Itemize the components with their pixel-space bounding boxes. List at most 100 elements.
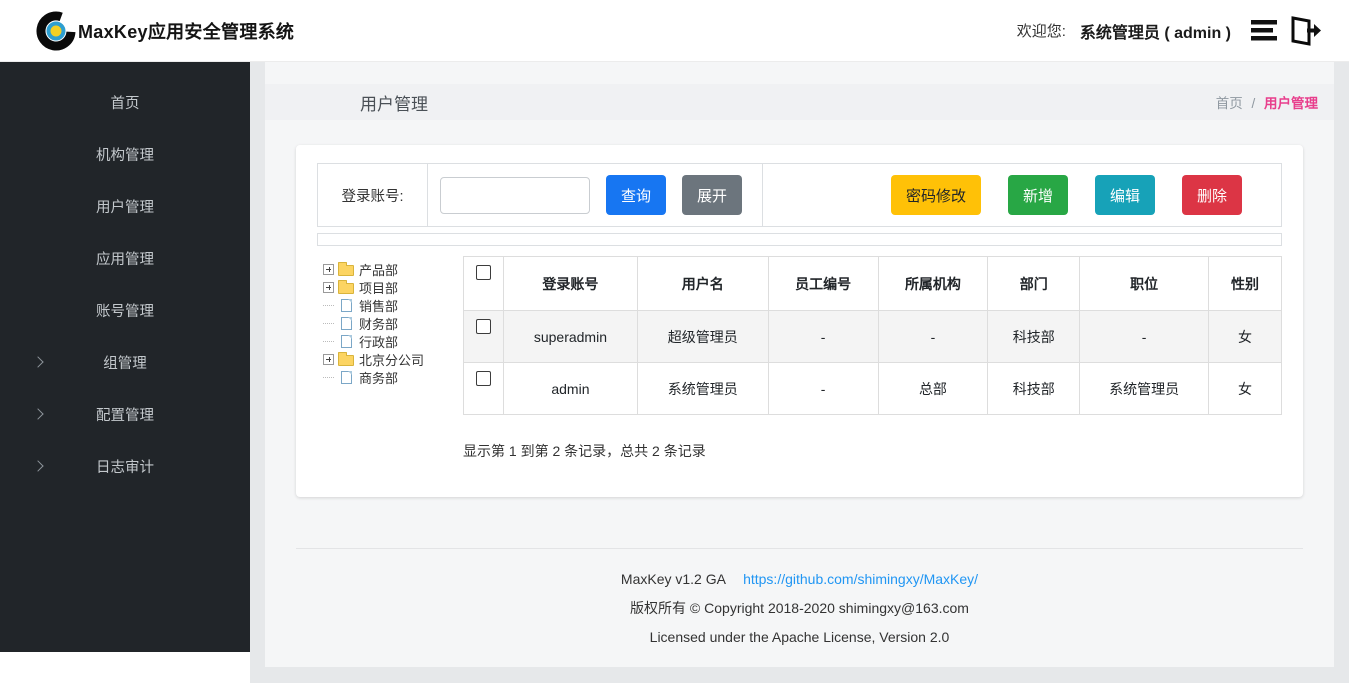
tree-node-label: 北京分公司 [359, 350, 424, 369]
table-row[interactable]: admin 系统管理员 - 总部 科技部 系统管理员 女 [464, 363, 1282, 415]
cell-login-account: superadmin [503, 311, 637, 363]
col-header-organization: 所属机构 [878, 257, 988, 311]
cell-position: 系统管理员 [1080, 363, 1209, 415]
col-header-gender: 性别 [1209, 257, 1282, 311]
select-all-checkbox[interactable] [476, 265, 491, 280]
app-title: MaxKey应用安全管理系统 [78, 18, 294, 44]
col-header-position: 职位 [1080, 257, 1209, 311]
github-link[interactable]: https://github.com/shimingxy/MaxKey/ [743, 571, 978, 587]
table-header-row: 登录账号 用户名 员工编号 所属机构 部门 职位 性别 [464, 257, 1282, 311]
record-summary: 显示第 1 到第 2 条记录，总共 2 条记录 [463, 441, 1282, 461]
cell-login-account: admin [503, 363, 637, 415]
user-management-card: 登录账号: 查询 展开 密码修改 新增 编辑 删除 [296, 145, 1303, 497]
page-footer: MaxKey v1.2 GA https://github.com/shimin… [265, 549, 1334, 645]
tree-node-sales-dept[interactable]: 销售部 [323, 296, 463, 314]
sidebar-item-home[interactable]: 首页 [0, 76, 250, 128]
cell-gender: 女 [1209, 311, 1282, 363]
tree-node-label: 财务部 [359, 314, 398, 333]
sidebar-item-label: 配置管理 [96, 404, 154, 425]
search-toolbar: 登录账号: 查询 展开 密码修改 新增 编辑 删除 [317, 163, 1282, 227]
content-panel: 用户管理 首页 / 用户管理 登录账号: 查询 展开 [265, 62, 1334, 667]
cell-gender: 女 [1209, 363, 1282, 415]
file-icon [341, 335, 352, 348]
app-header: MaxKey应用安全管理系统 欢迎您: 系统管理员 ( admin ) [0, 0, 1349, 62]
tree-node-finance-dept[interactable]: 财务部 [323, 314, 463, 332]
sidebar-item-label: 机构管理 [96, 144, 154, 165]
sidebar-item-app-mgmt[interactable]: 应用管理 [0, 232, 250, 284]
breadcrumb: 首页 / 用户管理 [1216, 92, 1318, 112]
cell-organization: - [878, 311, 988, 363]
tree-node-product-dept[interactable]: 产品部 [323, 260, 463, 278]
cell-position: - [1080, 311, 1209, 363]
sidebar-nav: 首页 机构管理 用户管理 应用管理 账号管理 组管理 配置管理 日志审计 [0, 62, 250, 652]
sidebar-item-label: 日志审计 [96, 456, 154, 477]
tree-node-business-dept[interactable]: 商务部 [323, 368, 463, 386]
row-checkbox[interactable] [476, 371, 491, 386]
sidebar-item-label: 首页 [111, 92, 140, 113]
user-table: 登录账号 用户名 员工编号 所属机构 部门 职位 性别 [463, 256, 1282, 415]
cell-employee-no: - [768, 363, 878, 415]
query-button[interactable]: 查询 [606, 175, 666, 215]
tree-expand-plus-icon[interactable] [323, 282, 334, 293]
sidebar-item-user-mgmt[interactable]: 用户管理 [0, 180, 250, 232]
maxkey-logo-icon [36, 11, 76, 51]
content-area: 用户管理 首页 / 用户管理 登录账号: 查询 展开 [250, 62, 1349, 683]
cell-organization: 总部 [878, 363, 988, 415]
add-button[interactable]: 新增 [1008, 175, 1068, 215]
action-buttons: 密码修改 新增 编辑 删除 [763, 164, 1281, 226]
tree-node-label: 项目部 [359, 278, 398, 297]
sidebar-item-label: 应用管理 [96, 248, 154, 269]
sidebar-item-account-mgmt[interactable]: 账号管理 [0, 284, 250, 336]
page-title: 用户管理 [360, 90, 428, 115]
sidebar-item-group-mgmt[interactable]: 组管理 [0, 336, 250, 388]
sidebar-item-org-mgmt[interactable]: 机构管理 [0, 128, 250, 180]
change-password-button[interactable]: 密码修改 [891, 175, 981, 215]
tree-node-label: 商务部 [359, 368, 398, 387]
tree-connector [323, 323, 334, 324]
file-icon [341, 371, 352, 384]
file-icon [341, 317, 352, 330]
sidebar-item-label: 账号管理 [96, 300, 154, 321]
sidebar-item-label: 用户管理 [96, 196, 154, 217]
login-account-input[interactable] [440, 177, 590, 214]
cell-username: 超级管理员 [637, 311, 768, 363]
tree-expand-plus-icon[interactable] [323, 354, 334, 365]
tree-connector [323, 377, 334, 378]
footer-copyright: 版权所有 © Copyright 2018-2020 shimingxy@163… [265, 598, 1334, 618]
breadcrumb-home-link[interactable]: 首页 [1216, 96, 1243, 111]
delete-button[interactable]: 删除 [1182, 175, 1242, 215]
col-header-department: 部门 [988, 257, 1080, 311]
logout-icon[interactable] [1287, 14, 1321, 48]
col-header-username: 用户名 [637, 257, 768, 311]
tree-connector [323, 341, 334, 342]
login-account-label: 登录账号: [318, 164, 428, 226]
welcome-label: 欢迎您: [1017, 20, 1066, 41]
tree-and-table: 产品部 项目部 销售部 [317, 256, 1282, 415]
sidebar-item-config-mgmt[interactable]: 配置管理 [0, 388, 250, 440]
tree-node-beijing-branch[interactable]: 北京分公司 [323, 350, 463, 368]
collapsed-advanced-search-strip [317, 233, 1282, 246]
cell-department: 科技部 [988, 363, 1080, 415]
sidebar-item-log-audit[interactable]: 日志审计 [0, 440, 250, 492]
table-row[interactable]: superadmin 超级管理员 - - 科技部 - 女 [464, 311, 1282, 363]
sidebar-item-label: 组管理 [103, 352, 147, 373]
tree-node-admin-dept[interactable]: 行政部 [323, 332, 463, 350]
tree-node-label: 销售部 [359, 296, 398, 315]
org-tree: 产品部 项目部 销售部 [317, 256, 463, 415]
tree-expand-plus-icon[interactable] [323, 264, 334, 275]
breadcrumb-current: 用户管理 [1264, 96, 1318, 111]
expand-button[interactable]: 展开 [682, 175, 742, 215]
footer-version: MaxKey v1.2 GA [621, 571, 725, 587]
tree-node-label: 行政部 [359, 332, 398, 351]
page-titlebar: 用户管理 首页 / 用户管理 [265, 84, 1334, 120]
menu-list-icon[interactable] [1249, 14, 1283, 48]
tree-node-project-dept[interactable]: 项目部 [323, 278, 463, 296]
row-checkbox[interactable] [476, 319, 491, 334]
cell-employee-no: - [768, 311, 878, 363]
chevron-right-icon [32, 356, 43, 367]
edit-button[interactable]: 编辑 [1095, 175, 1155, 215]
folder-icon [338, 283, 354, 294]
file-icon [341, 299, 352, 312]
tree-connector [323, 305, 334, 306]
cell-department: 科技部 [988, 311, 1080, 363]
